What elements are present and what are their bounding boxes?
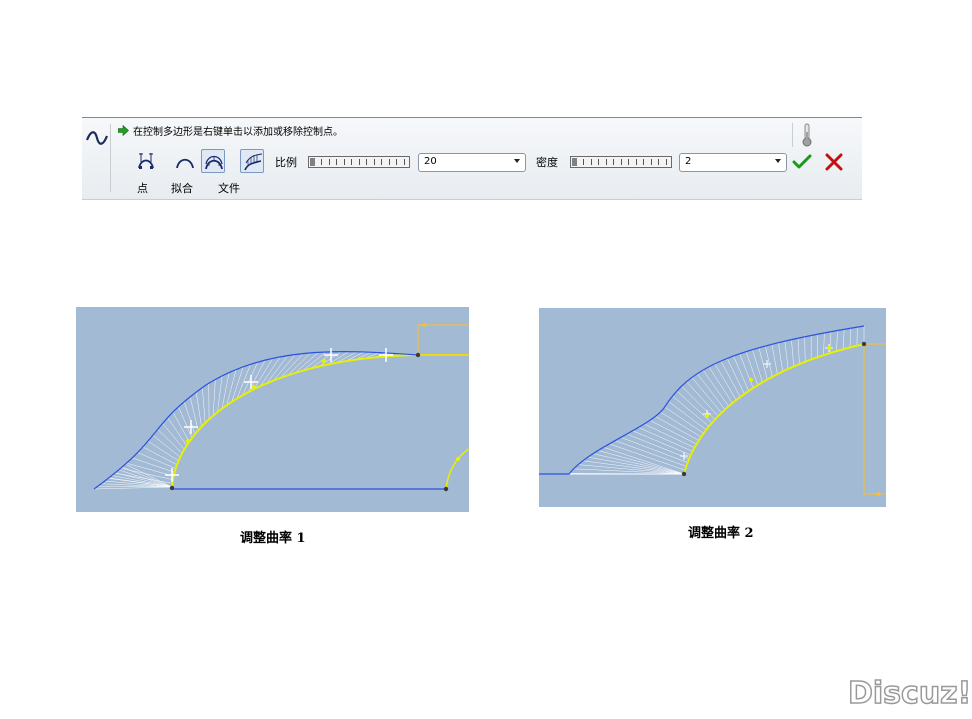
- curve-point-marker: [443, 486, 449, 492]
- close-x-icon: [825, 153, 843, 171]
- slider-tick: [381, 159, 382, 165]
- slider-tick: [343, 159, 345, 165]
- viewport-1-background: [76, 307, 469, 512]
- figure-1-caption: 调整曲率 1: [240, 531, 306, 546]
- figure-2-caption: 调整曲率 2: [688, 526, 754, 541]
- thermometer-icon[interactable]: [800, 122, 814, 148]
- point-curve-icon: [138, 153, 154, 169]
- fit-arc-button[interactable]: [173, 149, 197, 173]
- fit-curve-icon: [205, 155, 223, 170]
- discuz-watermark: Discuz!: [847, 675, 972, 712]
- density-slider-thumb[interactable]: [572, 158, 577, 166]
- accept-button[interactable]: [792, 153, 812, 171]
- curve-point-marker: [827, 346, 831, 350]
- slider-tick: [583, 159, 584, 165]
- ratio-value: 20: [424, 156, 437, 167]
- point-tool-label: 点: [137, 182, 148, 195]
- slider-tick: [650, 159, 652, 165]
- density-dropdown-arrow-icon[interactable]: [775, 159, 781, 163]
- curve-point-marker: [251, 384, 257, 390]
- curve-point-marker: [321, 358, 327, 364]
- ratio-label: 比例: [275, 156, 297, 169]
- slider-tick: [628, 159, 629, 165]
- curvature-viewport-2: [539, 308, 886, 507]
- slider-tick: [396, 159, 397, 165]
- slider-tick: [613, 159, 614, 165]
- message-row: 在控制多边形是右键单击以添加或移除控制点。: [118, 122, 343, 138]
- curve-point-marker: [705, 414, 709, 418]
- fit-curve-button[interactable]: [201, 149, 225, 173]
- slider-tick: [598, 159, 599, 165]
- ratio-dropdown-arrow-icon[interactable]: [514, 159, 520, 163]
- file-tool-label: 文件: [218, 182, 240, 195]
- curve-point-marker: [185, 438, 191, 444]
- slider-tick: [590, 159, 592, 165]
- slider-tick: [665, 159, 667, 165]
- slider-tick: [388, 159, 390, 165]
- file-curvature-button[interactable]: [240, 149, 264, 173]
- slider-tick: [328, 159, 330, 165]
- slider-tick: [658, 159, 659, 165]
- arc-icon: [176, 158, 194, 169]
- curve-point-marker: [681, 471, 687, 477]
- arrow-right-icon: [118, 124, 129, 136]
- analysis-area: [792, 121, 822, 149]
- message-text: 在控制多边形是右键单击以添加或移除控制点。: [133, 126, 343, 138]
- checkmark-icon: [792, 154, 812, 169]
- fit-tool-label: 拟合: [171, 182, 193, 195]
- curve-point-marker: [415, 352, 421, 358]
- slider-tick: [635, 159, 637, 165]
- slider-tick: [321, 159, 322, 165]
- density-label: 密度: [536, 156, 558, 169]
- slider-tick: [620, 159, 622, 165]
- ratio-slider-thumb[interactable]: [310, 158, 315, 166]
- curve-point-marker: [749, 378, 753, 382]
- curve-point-marker: [169, 485, 175, 491]
- slider-tick: [366, 159, 367, 165]
- ratio-combo[interactable]: 20: [418, 153, 526, 172]
- point-tool-button[interactable]: [134, 149, 158, 173]
- style-dashboard: 在控制多边形是右键单击以添加或移除控制点。 点 拟合 文件 比例 20 密度 2: [82, 117, 862, 200]
- curve-point-marker: [861, 341, 867, 347]
- dashboard-separator: [110, 124, 111, 192]
- curve-point-marker: [456, 457, 460, 461]
- slider-tick: [605, 159, 607, 165]
- ratio-slider[interactable]: [308, 156, 410, 168]
- curve-feature-icon: [84, 122, 110, 196]
- analysis-separator: [792, 123, 793, 147]
- slider-tick: [373, 159, 375, 165]
- curvature-viewport-1: [76, 307, 469, 512]
- viewport-2-background: [539, 308, 886, 507]
- slider-tick: [336, 159, 337, 165]
- density-slider[interactable]: [570, 156, 672, 168]
- density-combo[interactable]: 2: [679, 153, 787, 172]
- curvature-comb-icon: [244, 153, 263, 171]
- slider-tick: [351, 159, 352, 165]
- slider-tick: [358, 159, 360, 165]
- density-value: 2: [685, 156, 692, 167]
- slider-tick: [643, 159, 644, 165]
- slider-tick: [403, 159, 405, 165]
- cancel-button[interactable]: [824, 153, 844, 171]
